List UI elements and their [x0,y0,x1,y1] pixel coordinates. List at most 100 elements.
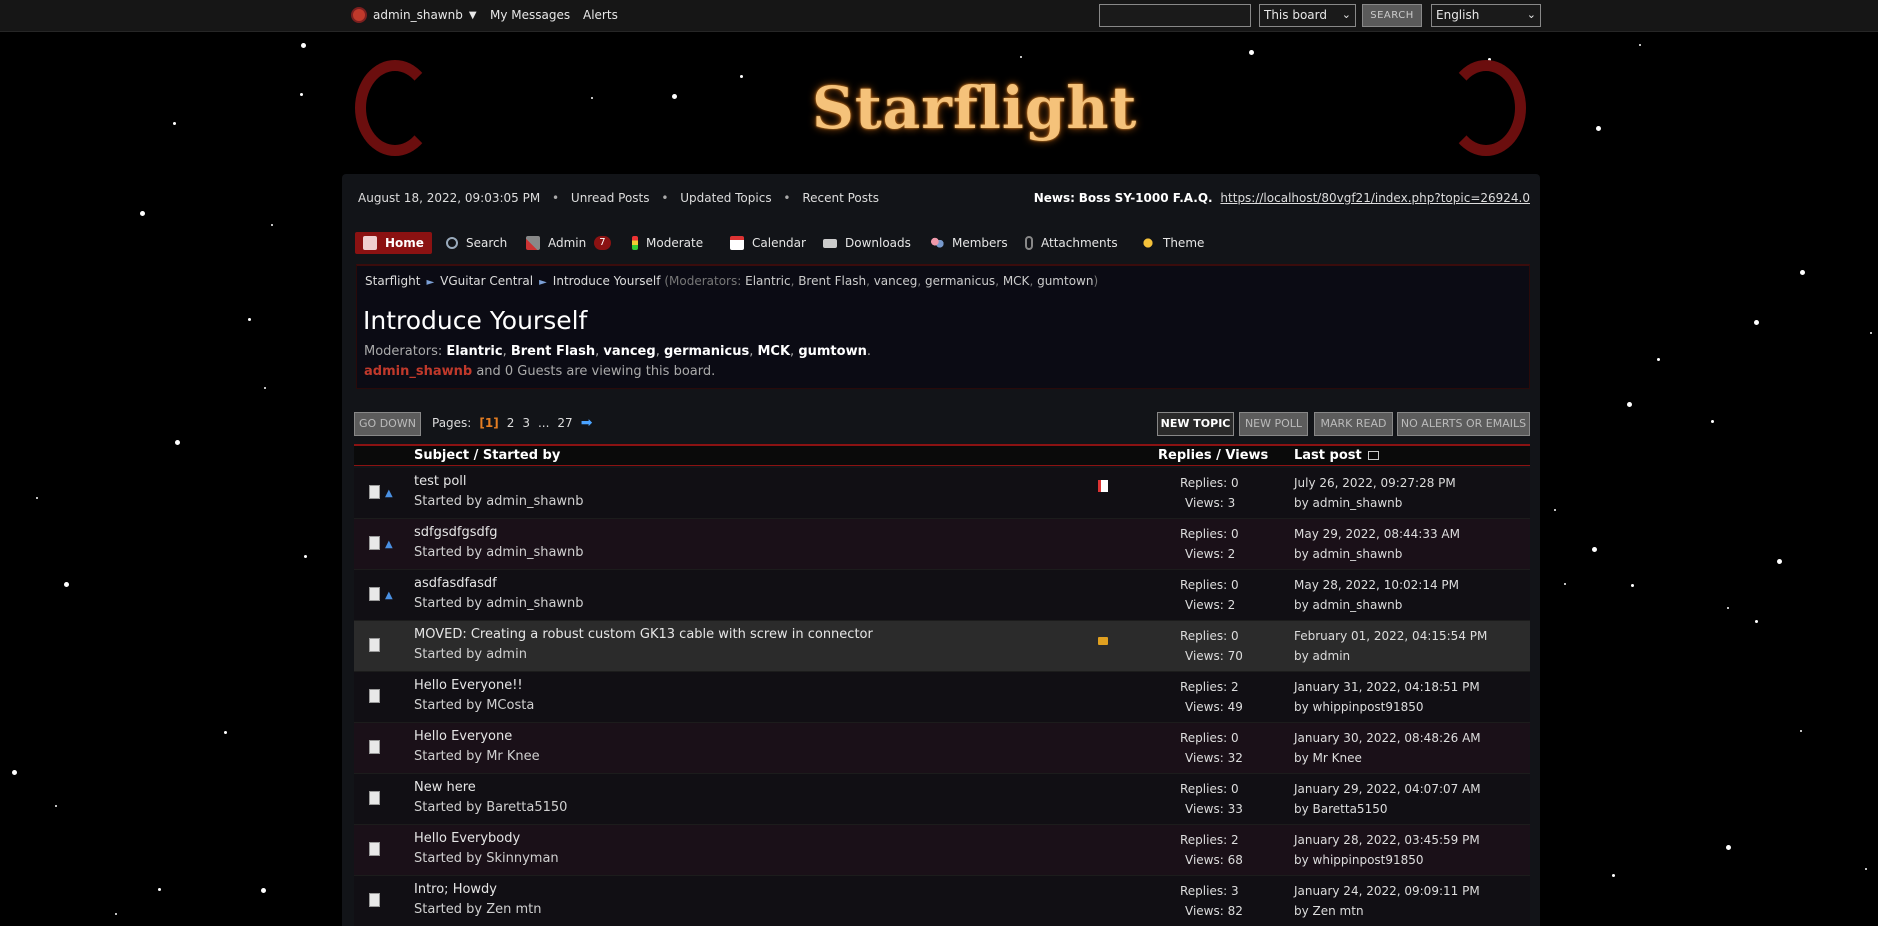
topic-views: Views: 33 [1185,802,1243,816]
moderator-link[interactable]: germanicus [664,344,749,359]
last-post-by[interactable]: by Baretta5150 [1294,802,1387,816]
menu-theme[interactable]: Theme [1133,232,1212,254]
topic-subject-link[interactable]: Intro; Howdy [414,882,497,897]
updated-topics-link[interactable]: Updated Topics [680,191,771,205]
breadcrumb-mod[interactable]: Elantric [745,274,790,288]
moderator-link[interactable]: Brent Flash [511,344,595,359]
breadcrumb-mod[interactable]: gumtown [1037,274,1093,288]
breadcrumb-mod[interactable]: Brent Flash [798,274,866,288]
breadcrumb-mod[interactable]: MCK [1003,274,1030,288]
table-row[interactable]: Intro; Howdy Started by Zen mtn Replies: 3… [354,876,1530,926]
moderator-link[interactable]: Elantric [446,344,502,359]
last-post-date[interactable]: May 28, 2022, 10:02:14 PM [1294,578,1459,592]
topic-subject-link[interactable]: asdfasdfasdf [414,576,497,591]
topic-subject-link[interactable]: New here [414,780,476,795]
last-post-by[interactable]: by admin [1294,649,1350,663]
table-row[interactable]: Hello Everyone!! Started by MCosta Replies… [354,672,1530,723]
star [740,75,743,78]
last-post-date[interactable]: July 26, 2022, 09:27:28 PM [1294,476,1456,490]
table-row[interactable]: New here Started by Baretta5150 Replies: 0… [354,774,1530,825]
topic-starter: Started by admin_shawnb [414,596,584,611]
moderator-link[interactable]: vanceg [603,344,655,359]
topic-starter: Started by admin_shawnb [414,545,584,560]
last-post-date[interactable]: January 30, 2022, 08:48:26 AM [1294,731,1481,745]
search-button[interactable]: SEARCH [1362,4,1422,27]
last-post-by[interactable]: by whippinpost91850 [1294,700,1424,714]
star [1865,868,1867,870]
search-input[interactable] [1099,4,1251,27]
next-page-icon[interactable]: ➡ [581,415,593,431]
breadcrumb-starflight[interactable]: Starflight [365,274,420,288]
last-post-date[interactable]: January 28, 2022, 03:45:59 PM [1294,833,1480,847]
site-logo[interactable]: Starflight [812,74,1137,142]
go-down-button[interactable]: GO DOWN [354,412,421,436]
last-post-by[interactable]: by whippinpost91850 [1294,853,1424,867]
table-row[interactable]: ▲ asdfasdfasdf Started by admin_shawnb Repl… [354,570,1530,621]
unread-posts-link[interactable]: Unread Posts [571,191,650,205]
topic-subject-link[interactable]: Hello Everyone!! [414,678,523,693]
menu-search[interactable]: Search [438,232,515,254]
user-menu[interactable]: admin_shawnb ▼ [351,7,477,23]
breadcrumb-mod[interactable]: germanicus [925,274,995,288]
menu-calendar[interactable]: Calendar [722,232,814,254]
last-post-by[interactable]: by Zen mtn [1294,904,1364,918]
star [1726,845,1731,850]
alerts-link[interactable]: Alerts [583,8,618,22]
table-row[interactable]: ▲ sdfgsdfgsdfg Started by admin_shawnb Repl… [354,519,1530,570]
topic-subject-link[interactable]: Hello Everybody [414,831,520,846]
last-post-by[interactable]: by admin_shawnb [1294,598,1402,612]
last-post-date[interactable]: February 01, 2022, 04:15:54 PM [1294,629,1487,643]
star [1554,509,1556,511]
table-row[interactable]: MOVED: Creating a robust custom GK13 cab… [354,621,1530,672]
table-row[interactable]: Hello Everybody Started by Skinnyman Repli… [354,825,1530,876]
topic-subject-link[interactable]: test poll [414,474,467,489]
menu-home[interactable]: Home [355,232,432,254]
table-row[interactable]: ▲ test poll Started by admin_shawnb Replies… [354,468,1530,519]
search-scope-select[interactable]: This board ⌄ [1259,4,1356,27]
last-post-by[interactable]: by Mr Knee [1294,751,1362,765]
page-link[interactable]: 27 [557,416,572,430]
breadcrumb-vguitar-central[interactable]: VGuitar Central [440,274,533,288]
table-row[interactable]: Hello Everyone Started by Mr Knee Replies:… [354,723,1530,774]
star [1612,874,1615,877]
moderator-link[interactable]: gumtown [798,344,867,359]
col-subject[interactable]: Subject / Started by [414,448,560,463]
my-messages-link[interactable]: My Messages [490,8,570,22]
topic-subject-link[interactable]: sdfgsdfgsdfg [414,525,498,540]
menu-admin[interactable]: Admin 7 [518,232,619,254]
members-icon [930,236,944,250]
new-topic-button[interactable]: NEW TOPIC [1157,412,1234,436]
last-post-by[interactable]: by admin_shawnb [1294,547,1402,561]
breadcrumb-introduce-yourself[interactable]: Introduce Yourself [553,274,661,288]
sort-icon[interactable] [1368,451,1380,460]
topic-subject-link[interactable]: MOVED: Creating a robust custom GK13 cab… [414,627,873,642]
notifications-button[interactable]: NO ALERTS OR EMAILS [1397,412,1530,436]
page-link[interactable]: 3 [522,416,530,430]
last-post-date[interactable]: January 31, 2022, 04:18:51 PM [1294,680,1480,694]
last-post-by[interactable]: by admin_shawnb [1294,496,1402,510]
last-post-date[interactable]: May 29, 2022, 08:44:33 AM [1294,527,1460,541]
menu-members[interactable]: Members [922,232,1016,254]
viewer-user-link[interactable]: admin_shawnb [364,364,472,379]
page-ellipsis[interactable]: ... [538,416,549,430]
admin-badge: 7 [594,236,611,250]
topic-subject-link[interactable]: Hello Everyone [414,729,512,744]
last-post-date[interactable]: January 29, 2022, 04:07:07 AM [1294,782,1481,796]
news-link[interactable]: https://localhost/80vgf21/index.php?topi… [1220,191,1530,205]
star [1727,607,1729,609]
col-replies[interactable]: Replies / Views [1158,448,1268,463]
col-lastpost[interactable]: Last post [1294,448,1380,463]
mark-read-button[interactable]: MARK READ [1314,412,1393,436]
menu-moderate[interactable]: Moderate [624,232,711,254]
language-select[interactable]: English ⌄ [1431,4,1541,27]
moderators-label: Moderators: [364,344,443,359]
last-post-date[interactable]: January 24, 2022, 09:09:11 PM [1294,884,1480,898]
page-link[interactable]: 2 [507,416,515,430]
moderator-link[interactable]: MCK [757,344,790,359]
new-poll-button[interactable]: NEW POLL [1239,412,1308,436]
breadcrumb-mod[interactable]: vanceg [874,274,918,288]
theme-icon [1141,236,1155,250]
recent-posts-link[interactable]: Recent Posts [802,191,879,205]
menu-attachments[interactable]: Attachments [1017,232,1126,254]
menu-downloads[interactable]: Downloads [815,232,919,254]
